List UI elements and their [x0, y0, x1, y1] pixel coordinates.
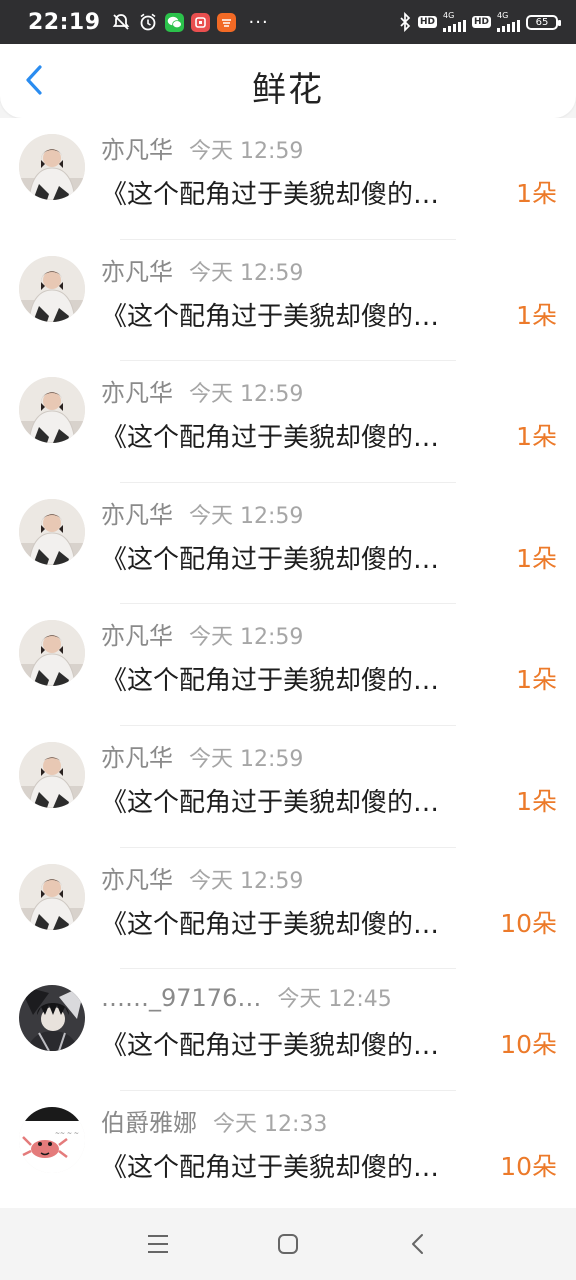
list-item[interactable]: 亦凡华 今天 12:59 《这个配角过于美貌却傻的… 1朵	[0, 361, 576, 483]
item-meta: 亦凡华 今天 12:59	[101, 252, 303, 287]
flower-count: 1朵	[516, 179, 557, 208]
timestamp: 今天 12:59	[189, 746, 304, 772]
user-name[interactable]: ……_97176…	[101, 984, 261, 1012]
home-square-icon	[278, 1234, 298, 1254]
alarm-icon	[138, 12, 158, 32]
avatar[interactable]	[19, 863, 85, 930]
user-name[interactable]: 亦凡华	[101, 616, 173, 651]
item-meta: 亦凡华 今天 12:59	[101, 860, 303, 895]
user-name[interactable]: 亦凡华	[101, 130, 173, 165]
user-name[interactable]: 亦凡华	[101, 860, 173, 895]
taobao-icon	[216, 12, 236, 32]
network-type-2: 4G	[497, 11, 509, 20]
book-title[interactable]: 《这个配角过于美貌却傻的…	[101, 174, 496, 211]
more-notifications-icon: ···	[248, 11, 269, 33]
list-item[interactable]: 亦凡华 今天 12:59 《这个配角过于美貌却傻的… 1朵	[0, 118, 576, 240]
wechat-icon	[164, 12, 184, 32]
status-notification-icons: ···	[111, 12, 269, 33]
home-nav-button[interactable]	[274, 1230, 302, 1258]
user-name[interactable]: 亦凡华	[101, 373, 173, 408]
timestamp: 今天 12:59	[189, 503, 304, 529]
page-header: 鲜花	[0, 44, 576, 118]
timestamp: 今天 12:59	[189, 625, 304, 651]
menu-icon	[148, 1235, 168, 1253]
flower-gift-list[interactable]: 亦凡华 今天 12:59 《这个配角过于美貌却傻的… 1朵 亦凡华 今天 12:59 《这个…	[0, 118, 576, 1208]
user-name[interactable]: 伯爵雅娜	[101, 1103, 197, 1138]
mute-bell-icon	[111, 12, 131, 32]
battery-level: 65	[535, 16, 549, 28]
avatar[interactable]	[19, 620, 85, 687]
timestamp: 今天 12:45	[277, 987, 392, 1013]
avatar[interactable]	[19, 741, 85, 808]
signal-icon-2: 4G	[497, 12, 520, 32]
flower-count: 1朵	[516, 543, 557, 573]
list-item[interactable]: ~~ ~ ~ 伯爵雅娜 今天 12:33 《这个配角过于美貌却傻的… 10朵	[0, 1091, 576, 1208]
hd-badge-2: HD	[471, 16, 491, 28]
avatar[interactable]	[19, 377, 85, 444]
user-name[interactable]: 亦凡华	[101, 252, 173, 287]
status-bar: 22:19 ··· HD 4G HD 4G 65	[0, 0, 576, 44]
timestamp: 今天 12:59	[189, 260, 304, 286]
book-title[interactable]: 《这个配角过于美貌却傻的…	[101, 1147, 496, 1184]
system-navigation-bar	[0, 1208, 576, 1280]
item-meta: 亦凡华 今天 12:59	[101, 738, 303, 773]
item-meta: ……_97176… 今天 12:45	[101, 981, 392, 1013]
item-meta: 伯爵雅娜 今天 12:33	[101, 1103, 327, 1138]
menu-nav-button[interactable]	[144, 1230, 172, 1258]
list-item[interactable]: ……_97176… 今天 12:45 《这个配角过于美貌却傻的… 10朵	[0, 969, 576, 1091]
bluetooth-icon	[398, 12, 412, 32]
timestamp: 今天 12:59	[189, 139, 304, 164]
flower-count: 10朵	[500, 1030, 557, 1060]
back-arrow-icon	[412, 1234, 423, 1254]
flower-count: 1朵	[516, 300, 557, 330]
book-title[interactable]: 《这个配角过于美貌却傻的…	[101, 904, 496, 941]
signal-icon-1: 4G	[442, 11, 466, 32]
user-name[interactable]: 亦凡华	[101, 495, 173, 530]
svg-text:~~ ~ ~: ~~ ~ ~	[55, 1130, 79, 1137]
flower-count: 10朵	[500, 1151, 557, 1181]
item-meta: 亦凡华 今天 12:59	[101, 373, 303, 408]
book-title[interactable]: 《这个配角过于美貌却傻的…	[101, 1025, 496, 1062]
book-title[interactable]: 《这个配角过于美貌却傻的…	[101, 660, 496, 697]
status-system-icons: HD 4G HD 4G 65	[398, 11, 561, 32]
list-item[interactable]: 亦凡华 今天 12:59 《这个配角过于美貌却傻的… 1朵	[0, 483, 576, 605]
avatar[interactable]	[19, 134, 85, 200]
user-name[interactable]: 亦凡华	[101, 738, 173, 773]
list-item[interactable]: 亦凡华 今天 12:59 《这个配角过于美貌却傻的… 1朵	[0, 726, 576, 848]
timestamp: 今天 12:59	[189, 382, 304, 408]
list-item[interactable]: 亦凡华 今天 12:59 《这个配角过于美貌却傻的… 10朵	[0, 848, 576, 970]
battery-icon: 65	[526, 14, 561, 30]
page-title: 鲜花	[252, 70, 324, 110]
list-item[interactable]: 亦凡华 今天 12:59 《这个配角过于美貌却傻的… 1朵	[0, 240, 576, 362]
timestamp: 今天 12:59	[189, 868, 304, 894]
list-item[interactable]: 亦凡华 今天 12:59 《这个配角过于美貌却傻的… 1朵	[0, 604, 576, 726]
avatar[interactable]	[19, 498, 85, 565]
item-meta: 亦凡华 今天 12:59	[101, 495, 303, 530]
book-title[interactable]: 《这个配角过于美貌却傻的…	[101, 296, 496, 333]
flower-count: 1朵	[516, 665, 557, 695]
avatar[interactable]	[19, 985, 85, 1052]
timestamp: 今天 12:33	[213, 1111, 328, 1137]
back-nav-button[interactable]	[404, 1230, 432, 1258]
flower-count: 1朵	[516, 786, 557, 816]
hd-badge-1: HD	[417, 16, 437, 28]
book-title[interactable]: 《这个配角过于美貌却傻的…	[101, 539, 496, 576]
item-meta: 亦凡华 今天 12:59	[101, 616, 303, 651]
avatar[interactable]: ~~ ~ ~	[19, 1106, 85, 1173]
status-time: 22:19	[28, 9, 101, 35]
app-red-icon	[190, 12, 210, 32]
book-title[interactable]: 《这个配角过于美貌却傻的…	[101, 417, 496, 454]
book-title[interactable]: 《这个配角过于美貌却傻的…	[101, 782, 496, 819]
item-meta: 亦凡华 今天 12:59	[101, 130, 303, 165]
flower-count: 1朵	[516, 422, 557, 452]
network-type-1: 4G	[442, 11, 455, 20]
flower-count: 10朵	[500, 908, 557, 938]
avatar[interactable]	[19, 255, 85, 322]
